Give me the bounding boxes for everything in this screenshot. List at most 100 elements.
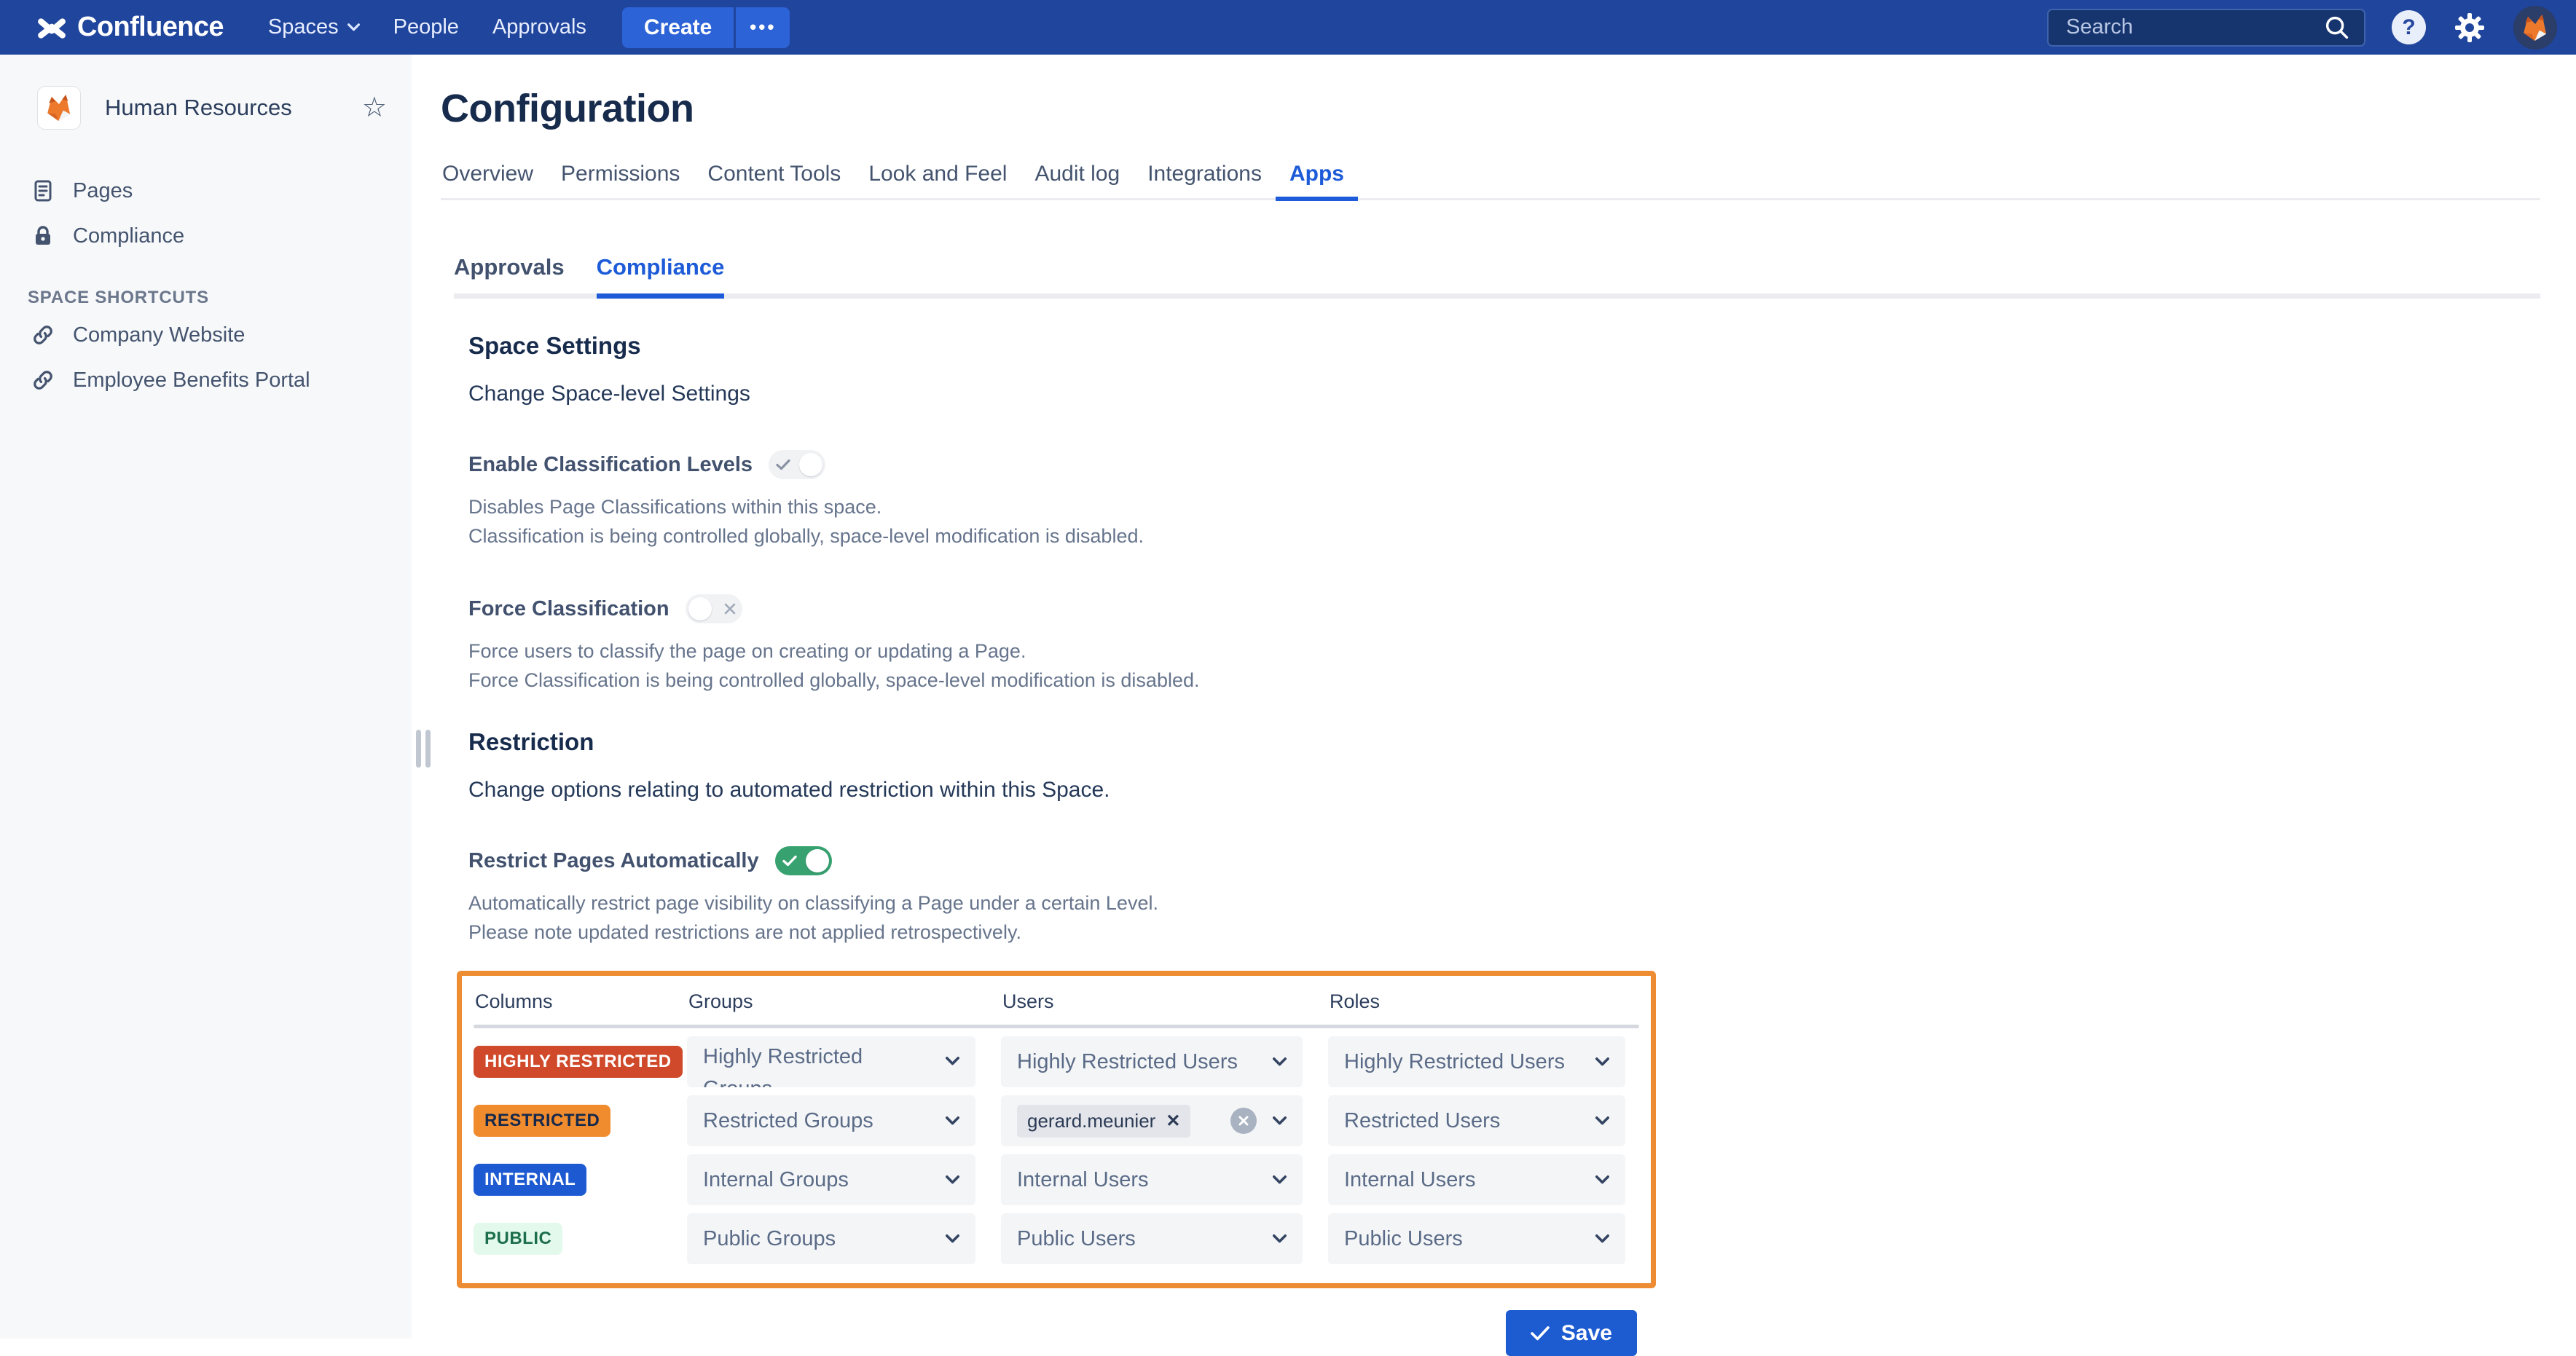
groups-select[interactable]: Restricted Groups [687,1095,975,1146]
users-select[interactable]: Highly Restricted Users [1001,1036,1303,1087]
section-subheading: Change options relating to automated res… [468,778,2540,803]
tab-look-and-feel[interactable]: Look and Feel [855,162,1021,198]
page-title: Configuration [441,86,2540,131]
star-favorite-button[interactable]: ☆ [362,94,387,122]
more-icon: ••• [750,16,776,39]
search-icon[interactable] [2322,12,2352,43]
chevron-down-icon [1273,1057,1287,1066]
link-icon [31,368,55,393]
users-select[interactable]: Internal Users [1001,1154,1303,1205]
table-header-divider [474,1025,1639,1028]
chevron-down-icon [1595,1116,1609,1125]
chevron-down-icon [1273,1175,1287,1184]
roles-select[interactable]: Internal Users [1328,1154,1625,1205]
chevron-down-icon [347,23,360,31]
table-row: INTERNAL Internal Groups Internal Users … [474,1154,1639,1205]
groups-select[interactable]: Public Groups [687,1213,975,1264]
nav-item-spaces[interactable]: Spaces [251,0,377,55]
column-header: Groups [688,990,977,1013]
chevron-down-icon [946,1057,959,1065]
nav-item-people[interactable]: People [377,0,476,55]
subtab-approvals[interactable]: Approvals [454,254,565,293]
tab-overview[interactable]: Overview [441,162,547,198]
level-badge-highly-restricted: HIGHLY RESTRICTED [474,1046,683,1078]
confluence-mark-icon [36,12,67,43]
shortcut-label: Employee Benefits Portal [73,368,310,393]
setting-label: Restrict Pages Automatically [468,849,759,873]
space-settings-section: Space Settings Change Space-level Settin… [468,332,2540,695]
apps-subtabs: Approvals Compliance [454,254,2540,299]
shortcut-employee-benefits-portal[interactable]: Employee Benefits Portal [0,358,412,403]
create-split-button: Create ••• [622,7,790,48]
search-input[interactable] [2065,15,2322,40]
search-box [2047,9,2365,47]
restriction-section: Restriction Change options relating to a… [468,728,2540,947]
shortcut-label: Company Website [73,323,245,347]
force-classification-toggle [686,594,742,623]
confluence-logo[interactable]: Confluence [36,12,224,43]
create-button[interactable]: Create [622,7,734,48]
column-header: Columns [475,990,663,1013]
table-row: RESTRICTED Restricted Groups gerard.meun… [474,1095,1639,1146]
main-content: Configuration Overview Permissions Conte… [412,55,2576,1339]
nav-item-approvals[interactable]: Approvals [476,0,603,55]
check-icon [782,856,797,867]
clear-all-icon[interactable] [1230,1108,1257,1134]
chevron-down-icon [1273,1234,1287,1243]
tab-apps[interactable]: Apps [1276,162,1358,201]
sidebar-item-label: Pages [73,179,133,203]
groups-select[interactable]: Highly Restricted Groups [687,1036,975,1087]
subtab-compliance[interactable]: Compliance [597,254,725,299]
tab-content-tools[interactable]: Content Tools [694,162,855,198]
chevron-down-icon [946,1234,959,1243]
section-heading: Space Settings [468,332,2540,360]
sidebar-item-compliance[interactable]: Compliance [0,213,412,259]
x-icon [724,603,736,615]
chevron-down-icon [946,1116,959,1125]
help-button[interactable]: ? [2392,10,2426,44]
shortcut-company-website[interactable]: Company Website [0,312,412,358]
config-tabs: Overview Permissions Content Tools Look … [441,162,2540,200]
roles-select[interactable]: Public Users [1328,1213,1625,1264]
link-icon [31,323,55,347]
section-heading: Restriction [468,728,2540,756]
space-name: Human Resources [105,95,362,121]
space-sidebar: Human Resources ☆ Pages [0,55,412,1339]
space-avatar [38,87,80,129]
tab-audit-log[interactable]: Audit log [1021,162,1134,198]
more-actions-button[interactable]: ••• [736,7,790,48]
enable-classification-levels-toggle [769,450,825,479]
setting-description: Force users to classify the page on crea… [468,636,2540,695]
tab-integrations[interactable]: Integrations [1134,162,1276,198]
space-shortcuts-header: SPACE SHORTCUTS [0,259,412,312]
setting-description: Automatically restrict page visibility o… [468,888,2540,947]
level-badge-internal: INTERNAL [474,1164,586,1196]
lock-icon [31,224,55,248]
remove-tag-icon[interactable]: ✕ [1166,1111,1180,1132]
sidebar-resize-handle[interactable] [416,730,431,768]
roles-select[interactable]: Restricted Users [1328,1095,1625,1146]
gear-icon [2452,10,2487,45]
tab-permissions[interactable]: Permissions [547,162,694,198]
restrict-pages-automatically-toggle[interactable] [775,846,832,875]
sidebar-item-pages[interactable]: Pages [0,168,412,213]
users-select[interactable]: Public Users [1001,1213,1303,1264]
roles-select[interactable]: Highly Restricted Users [1328,1036,1625,1087]
setting-description: Disables Page Classifications within thi… [468,492,2540,551]
settings-gear-button[interactable] [2452,10,2487,45]
users-multiselect[interactable]: gerard.meunier ✕ [1001,1095,1303,1146]
check-icon [776,460,790,470]
brand-name: Confluence [77,12,224,43]
setting-label: Enable Classification Levels [468,453,753,477]
table-row: HIGHLY RESTRICTED Highly Restricted Grou… [474,1036,1639,1087]
chevron-down-icon [1595,1057,1609,1066]
chevron-down-icon [1273,1116,1287,1125]
save-button[interactable]: Save [1506,1310,1637,1356]
section-subheading: Change Space-level Settings [468,382,2540,406]
groups-select[interactable]: Internal Groups [687,1154,975,1205]
question-icon: ? [2402,15,2415,40]
user-avatar[interactable] [2513,6,2557,50]
top-nav: Confluence Spaces People Approvals Creat… [0,0,2576,55]
page-icon [31,178,55,203]
column-header: Roles [1330,990,1627,1013]
